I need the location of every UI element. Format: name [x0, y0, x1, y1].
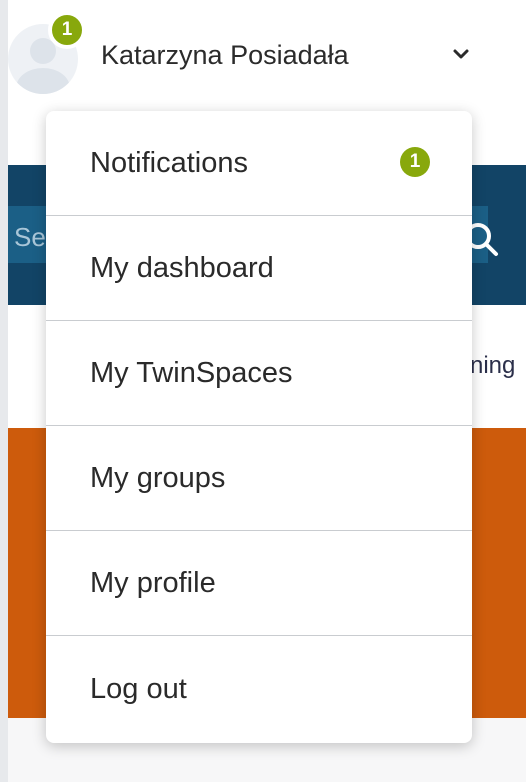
nav-link-fragment[interactable]: ning	[470, 352, 515, 380]
notification-count-badge: 1	[48, 11, 86, 49]
menu-item-my-profile[interactable]: My profile	[46, 531, 472, 636]
page-left-edge	[0, 0, 8, 782]
menu-item-label: My profile	[90, 566, 216, 599]
menu-item-label: Notifications	[90, 146, 248, 179]
menu-item-label: Log out	[90, 673, 187, 705]
menu-item-my-dashboard[interactable]: My dashboard	[46, 216, 472, 321]
menu-item-my-groups[interactable]: My groups	[46, 426, 472, 531]
avatar-shoulders	[16, 68, 70, 94]
menu-item-notifications[interactable]: Notifications 1	[46, 111, 472, 216]
menu-item-label: My TwinSpaces	[90, 356, 293, 389]
user-dropdown-menu: Notifications 1 My dashboard My TwinSpac…	[46, 111, 472, 743]
notifications-badge: 1	[400, 147, 430, 177]
menu-item-label: My groups	[90, 461, 226, 494]
menu-item-log-out[interactable]: Log out	[46, 636, 472, 743]
user-name[interactable]: Katarzyna Posiadała	[101, 40, 349, 71]
menu-item-my-twinspaces[interactable]: My TwinSpaces	[46, 321, 472, 426]
chevron-down-icon[interactable]	[447, 40, 475, 68]
menu-item-label: My dashboard	[90, 251, 274, 284]
